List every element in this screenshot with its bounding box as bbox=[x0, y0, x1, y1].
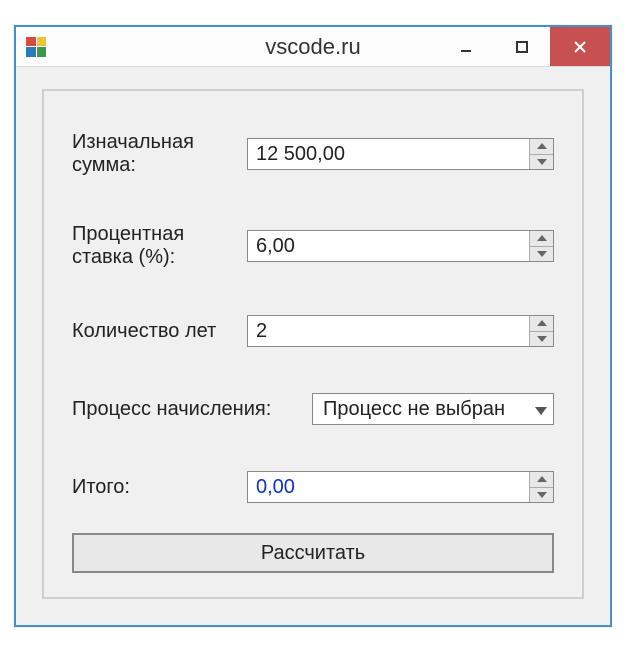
total-input[interactable] bbox=[248, 472, 529, 502]
app-icon bbox=[26, 37, 46, 57]
label-process: Процесс начисления: bbox=[72, 398, 312, 421]
years-down[interactable] bbox=[530, 332, 553, 347]
row-years: Количество лет bbox=[72, 315, 554, 347]
interest-rate-up[interactable] bbox=[530, 231, 553, 247]
label-interest-rate: Процентная ставка (%): bbox=[72, 223, 247, 269]
row-interest-rate: Процентная ставка (%): bbox=[72, 223, 554, 269]
label-total: Итого: bbox=[72, 476, 247, 499]
years-input[interactable] bbox=[248, 316, 529, 346]
initial-amount-input[interactable] bbox=[248, 139, 529, 169]
combobox-chevron bbox=[535, 398, 547, 421]
chevron-up-icon bbox=[537, 476, 547, 482]
years-up[interactable] bbox=[530, 316, 553, 332]
chevron-down-icon bbox=[535, 407, 547, 415]
label-initial-amount: Изначальная сумма: bbox=[72, 131, 247, 177]
row-total: Итого: bbox=[72, 471, 554, 503]
interest-rate-stepper bbox=[247, 230, 554, 262]
minimize-icon bbox=[459, 40, 473, 54]
title-bar: vscode.ru bbox=[16, 27, 610, 67]
close-button[interactable] bbox=[550, 27, 610, 66]
app-window: vscode.ru Изначальная сумма: bbox=[14, 25, 612, 627]
maximize-button[interactable] bbox=[494, 27, 550, 66]
chevron-down-icon bbox=[537, 336, 547, 342]
client-area: Изначальная сумма: Процентная ставка (%)… bbox=[16, 67, 610, 625]
interest-rate-spinner bbox=[529, 231, 553, 261]
chevron-up-icon bbox=[537, 143, 547, 149]
row-process: Процесс начисления: Процесс не выбран bbox=[72, 393, 554, 425]
chevron-up-icon bbox=[537, 235, 547, 241]
chevron-down-icon bbox=[537, 159, 547, 165]
initial-amount-spinner bbox=[529, 139, 553, 169]
form-panel: Изначальная сумма: Процентная ставка (%)… bbox=[42, 89, 584, 599]
initial-amount-stepper bbox=[247, 138, 554, 170]
calculate-button[interactable]: Рассчитать bbox=[72, 533, 554, 573]
maximize-icon bbox=[515, 40, 529, 54]
process-combobox[interactable]: Процесс не выбран bbox=[312, 393, 554, 425]
process-selected-text: Процесс не выбран bbox=[323, 398, 505, 421]
chevron-up-icon bbox=[537, 320, 547, 326]
minimize-button[interactable] bbox=[438, 27, 494, 66]
years-stepper bbox=[247, 315, 554, 347]
initial-amount-down[interactable] bbox=[530, 155, 553, 170]
total-up[interactable] bbox=[530, 472, 553, 488]
initial-amount-up[interactable] bbox=[530, 139, 553, 155]
total-stepper bbox=[247, 471, 554, 503]
interest-rate-input[interactable] bbox=[248, 231, 529, 261]
chevron-down-icon bbox=[537, 492, 547, 498]
total-down[interactable] bbox=[530, 488, 553, 503]
chevron-down-icon bbox=[537, 251, 547, 257]
interest-rate-down[interactable] bbox=[530, 247, 553, 262]
years-spinner bbox=[529, 316, 553, 346]
total-spinner bbox=[529, 472, 553, 502]
close-icon bbox=[572, 39, 588, 55]
row-initial-amount: Изначальная сумма: bbox=[72, 131, 554, 177]
label-years: Количество лет bbox=[72, 320, 247, 343]
window-controls bbox=[438, 27, 610, 66]
